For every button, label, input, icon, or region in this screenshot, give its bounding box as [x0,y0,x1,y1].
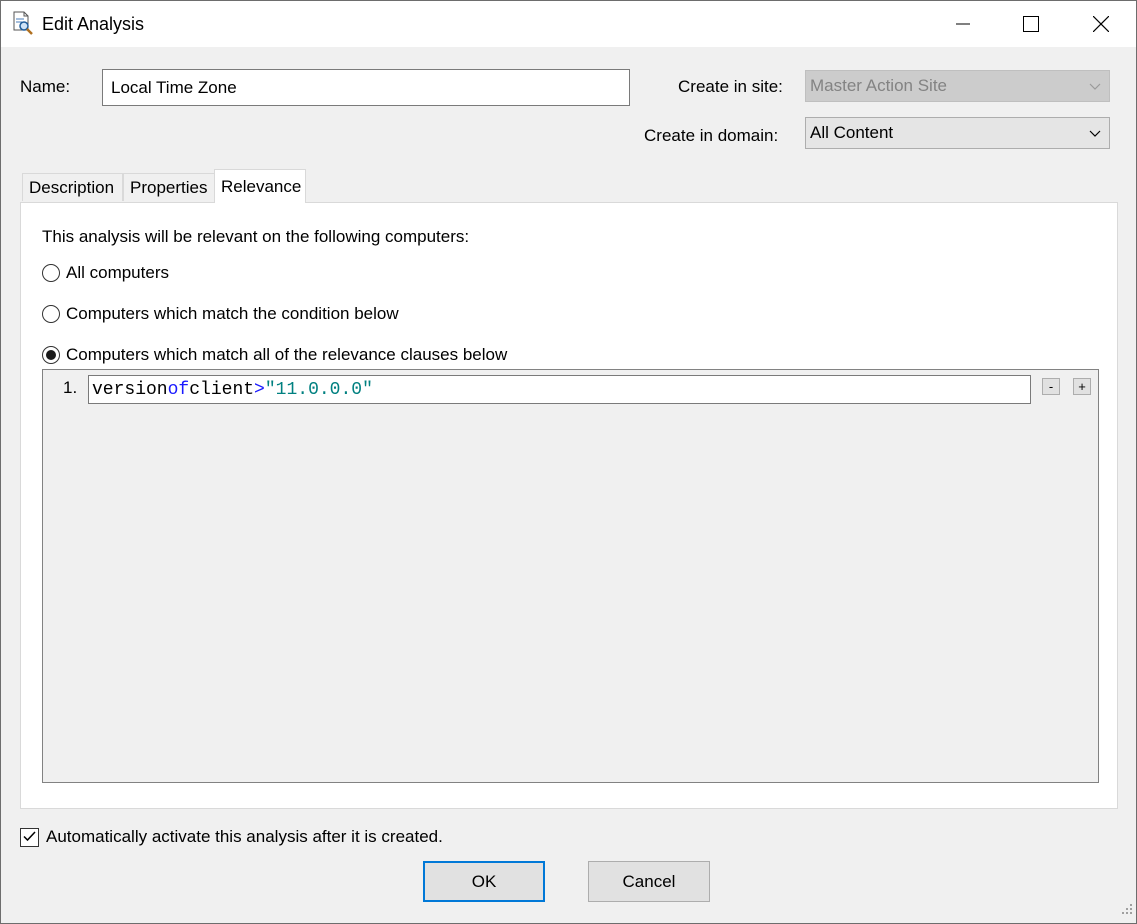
radio-circle [42,346,60,364]
radio-match-all-clauses[interactable]: Computers which match all of the relevan… [42,345,507,365]
clause-number: 1. [63,378,78,397]
resize-grip-icon[interactable] [1121,900,1133,920]
close-button[interactable] [1066,1,1136,47]
chevron-down-icon [1089,123,1101,143]
window-title: Edit Analysis [42,14,145,34]
document-search-icon [12,11,34,35]
relevance-clause-input[interactable]: version of client > "11.0.0.0" [88,375,1031,404]
site-select-value: Master Action Site [810,76,948,95]
cancel-button[interactable]: Cancel [588,861,710,902]
radio-label: Computers which match all of the relevan… [66,345,508,364]
checkbox-box [20,827,39,847]
maximize-icon [1023,16,1039,32]
domain-label: Create in domain: [644,126,779,145]
clause-operator: > [254,379,265,400]
ok-button[interactable]: OK [423,861,545,902]
radio-circle [42,264,60,282]
domain-select[interactable]: All Content [805,117,1110,149]
tab-label: Relevance [221,176,302,196]
relevance-clauses-list [42,369,1099,783]
tab-description[interactable]: Description [22,173,123,201]
add-clause-button[interactable]: + [1073,378,1091,395]
checkmark-icon [23,827,36,847]
name-label: Name: [20,77,71,96]
radio-label: Computers which match the condition belo… [66,304,399,323]
edit-analysis-dialog: Edit Analysis Name: Local Time Zone Crea… [0,0,1137,924]
remove-clause-button[interactable]: - [1042,378,1060,395]
chevron-down-icon [1089,76,1101,96]
radio-selected-dot [46,350,56,360]
close-icon [1093,16,1109,32]
clause-token: client [189,379,255,400]
clause-string: "11.0.0.0" [264,379,373,400]
clause-keyword: of [167,379,190,400]
tab-properties[interactable]: Properties [123,173,215,201]
site-label: Create in site: [678,77,783,96]
name-input[interactable]: Local Time Zone [102,69,630,106]
radio-label: All computers [66,263,169,282]
clause-token: version [92,379,168,400]
tab-relevance[interactable]: Relevance [214,169,306,203]
minimize-icon [956,17,970,31]
title-bar[interactable]: Edit Analysis [1,1,1136,47]
tab-label: Description [29,177,115,197]
name-input-value: Local Time Zone [111,77,237,97]
radio-match-condition[interactable]: Computers which match the condition belo… [42,304,399,324]
site-select: Master Action Site [805,70,1110,102]
minimize-button[interactable] [928,1,998,47]
radio-all-computers[interactable]: All computers [42,263,169,283]
tab-label: Properties [130,177,208,197]
maximize-button[interactable] [996,1,1066,47]
domain-select-value: All Content [810,123,894,142]
checkbox-label: Automatically activate this analysis aft… [46,827,443,846]
auto-activate-checkbox[interactable]: Automatically activate this analysis aft… [20,827,443,847]
radio-circle [42,305,60,323]
relevance-intro: This analysis will be relevant on the fo… [42,227,470,246]
